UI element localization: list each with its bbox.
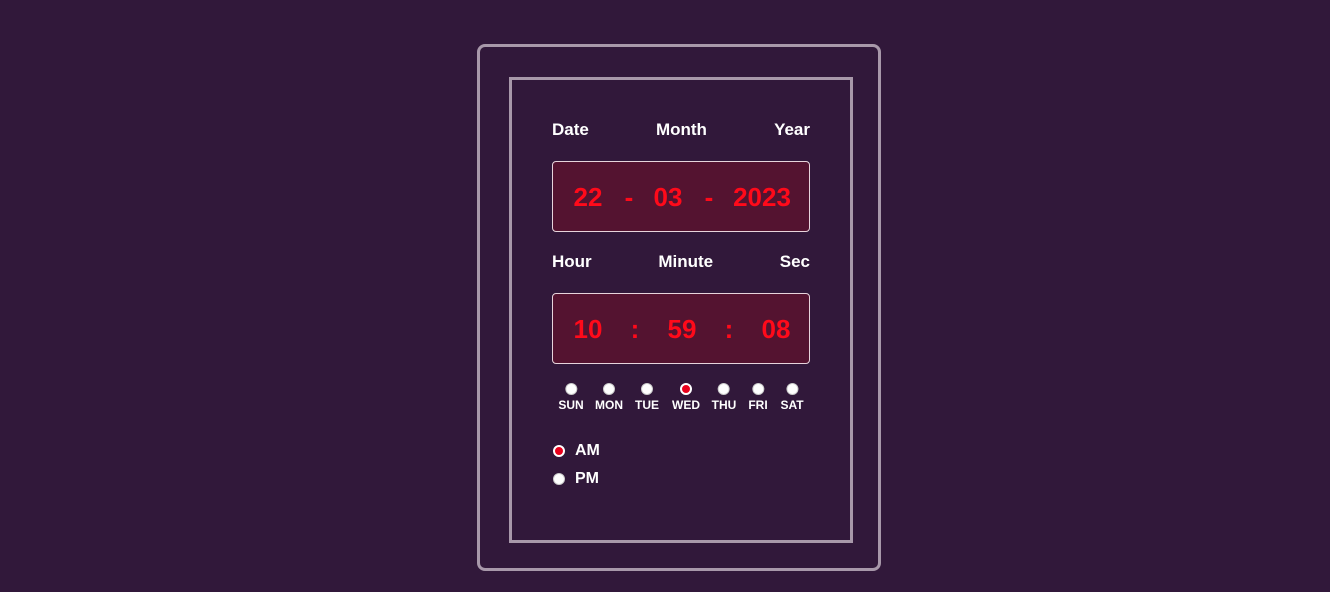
weekday-label: THU	[711, 398, 737, 412]
am-option[interactable]: AM	[553, 442, 600, 460]
date-year-value: 2023	[733, 181, 791, 212]
sec-label: Sec	[779, 252, 810, 271]
weekday-sat[interactable]: SAT	[780, 383, 804, 412]
weekday-mon[interactable]: MON	[595, 383, 623, 412]
date-separator: -	[704, 181, 714, 212]
weekday-fri[interactable]: FRI	[748, 383, 768, 412]
time-separator: :	[724, 313, 734, 344]
weekday-radio[interactable]	[717, 383, 730, 395]
time-display: 10 : 59 : 08	[552, 293, 810, 364]
weekday-label: SAT	[780, 398, 804, 412]
year-label: Year	[774, 120, 810, 139]
weekday-label: FRI	[748, 398, 768, 412]
weekday-label: MON	[595, 398, 623, 412]
pm-option[interactable]: PM	[553, 470, 599, 488]
date-separator: -	[624, 181, 634, 212]
weekday-sun[interactable]: SUN	[558, 383, 584, 412]
month-label: Month	[655, 120, 707, 139]
weekday-selector: SUN MON TUE WED THU FRI SAT	[555, 383, 811, 417]
time-labels: Hour Minute Sec	[552, 252, 810, 272]
am-label: AM	[575, 442, 600, 459]
weekday-radio[interactable]	[752, 383, 764, 395]
date-labels: Date Month Year	[552, 120, 810, 140]
date-month-value: 03	[653, 181, 683, 212]
weekday-label: SUN	[558, 398, 584, 412]
time-sec-value: 08	[761, 313, 791, 344]
weekday-radio[interactable]	[641, 383, 653, 395]
weekday-radio[interactable]	[565, 383, 577, 395]
hour-label: Hour	[552, 252, 592, 271]
minute-label: Minute	[658, 252, 714, 271]
date-display: 22 - 03 - 2023	[552, 161, 810, 232]
date-label: Date	[552, 120, 589, 139]
weekday-label: TUE	[635, 398, 659, 412]
pm-label: PM	[575, 470, 599, 487]
weekday-radio[interactable]	[785, 383, 798, 395]
weekday-thu[interactable]: THU	[711, 383, 737, 412]
time-minute-value: 59	[667, 313, 697, 344]
weekday-wed[interactable]: WED	[672, 383, 700, 412]
time-hour-value: 10	[573, 313, 603, 344]
weekday-radio[interactable]	[680, 383, 692, 395]
date-day-value: 22	[573, 181, 603, 212]
am-radio[interactable]	[553, 445, 565, 457]
weekday-tue[interactable]: TUE	[635, 383, 659, 412]
pm-radio[interactable]	[553, 473, 565, 485]
weekday-label: WED	[672, 398, 700, 412]
time-separator: :	[630, 313, 640, 344]
weekday-radio[interactable]	[603, 383, 615, 395]
